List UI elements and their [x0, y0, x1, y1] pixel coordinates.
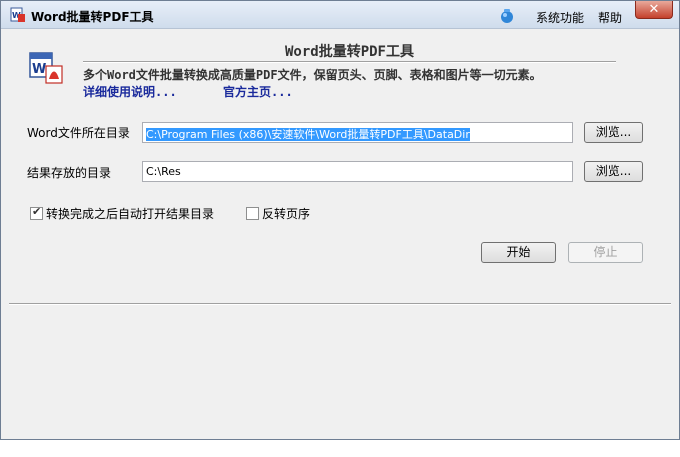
menu-help[interactable]: 帮助 [598, 9, 622, 26]
stop-button: 停止 [568, 242, 643, 263]
menu-system[interactable]: 系统功能 [536, 9, 584, 26]
app-icon: W [10, 7, 25, 22]
result-dir-input[interactable]: C:\Res [142, 161, 573, 182]
section-divider [9, 303, 671, 305]
reverse-order-checkbox[interactable]: 反转页序 [246, 205, 310, 222]
auto-open-checkbox[interactable]: ✔ 转换完成之后自动打开结果目录 [30, 205, 214, 222]
title-bar[interactable]: W Word批量转PDF工具 系统功能 帮助 ✕ [1, 1, 679, 29]
app-logo-icon: W [29, 52, 63, 84]
browse-result-button[interactable]: 浏览... [584, 161, 643, 182]
svg-text:W: W [32, 62, 46, 77]
source-dir-label: Word文件所在目录 [27, 126, 130, 140]
reverse-order-label: 反转页序 [262, 207, 311, 221]
result-dir-label: 结果存放的目录 [27, 166, 112, 180]
help-orb-icon[interactable] [499, 8, 515, 24]
header-divider [83, 61, 616, 63]
usage-link[interactable]: 详细使用说明... [83, 83, 177, 100]
app-window: W Word批量转PDF工具 系统功能 帮助 ✕ W Word批量转PDF工具 … [0, 0, 680, 440]
reverse-order-checkbox-box[interactable] [246, 207, 259, 220]
check-mark-icon: ✔ [32, 205, 42, 218]
source-dir-input[interactable]: C:\Program Files (x86)\安速软件\Word批量转PDF工具… [142, 122, 573, 143]
result-dir-value: C:\Res [146, 165, 181, 178]
header-title: Word批量转PDF工具 [284, 44, 414, 60]
auto-open-checkbox-box[interactable]: ✔ [30, 205, 43, 220]
browse-source-button[interactable]: 浏览... [584, 122, 643, 143]
auto-open-label: 转换完成之后自动打开结果目录 [46, 207, 215, 221]
window-title: Word批量转PDF工具 [31, 10, 154, 24]
close-button[interactable]: ✕ [635, 1, 673, 19]
start-button[interactable]: 开始 [481, 242, 556, 263]
source-dir-value: C:\Program Files (x86)\安速软件\Word批量转PDF工具… [146, 128, 470, 141]
header-description: 多个Word文件批量转换成高质量PDF文件，保留页头、页脚、表格和图片等一切元素… [83, 68, 542, 82]
home-link[interactable]: 官方主页... [223, 83, 293, 100]
